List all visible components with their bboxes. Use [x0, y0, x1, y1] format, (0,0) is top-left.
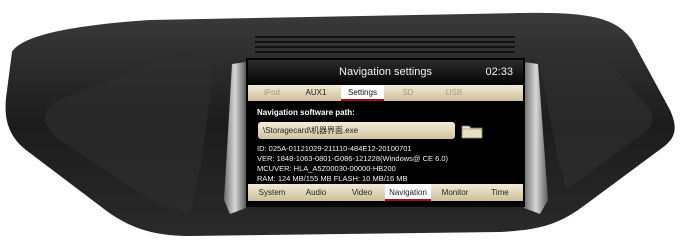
tab-system[interactable]: System — [250, 184, 294, 201]
software-version: VER: 1848-1063-0801-G086-121228(Windows@… — [257, 154, 449, 163]
page-title: Navigation settings — [339, 66, 432, 78]
tab-settings[interactable]: Settings — [341, 85, 384, 101]
tab-monitor[interactable]: Monitor — [433, 184, 477, 201]
navigation-path-field[interactable]: \Storagecard\机器界面.exe — [258, 122, 455, 139]
tab-sd[interactable]: SD — [388, 85, 428, 101]
tab-ipod[interactable]: iPod — [254, 85, 290, 101]
folder-icon[interactable] — [461, 123, 483, 139]
tab-time[interactable]: Time — [480, 184, 520, 201]
tab-video[interactable]: Video — [340, 184, 384, 201]
mcu-version: MCUVER: HLA_A5Z00030-00000-HB200 — [257, 164, 396, 173]
tab-aux1[interactable]: AUX1 — [294, 85, 338, 101]
path-label: Navigation software path: — [257, 108, 355, 117]
display-screen: Navigation settings 02:33 iPod AUX1 Sett… — [248, 60, 523, 205]
tab-navigation[interactable]: Navigation — [385, 184, 431, 201]
tab-usb[interactable]: USB — [434, 85, 474, 101]
title-bar: Navigation settings 02:33 — [248, 60, 523, 84]
memory-info: RAM: 124 MB/155 MB FLASH: 10 MB/16 MB — [257, 174, 408, 183]
device-id: ID: 025A-01121029-211110-484E12-20100701 — [257, 144, 412, 153]
source-tabs: iPod AUX1 Settings SD USB — [248, 85, 523, 101]
settings-category-tabs: System Audio Video Navigation Monitor Ti… — [248, 184, 523, 201]
tab-audio[interactable]: Audio — [294, 184, 338, 201]
clock: 02:33 — [485, 66, 513, 78]
